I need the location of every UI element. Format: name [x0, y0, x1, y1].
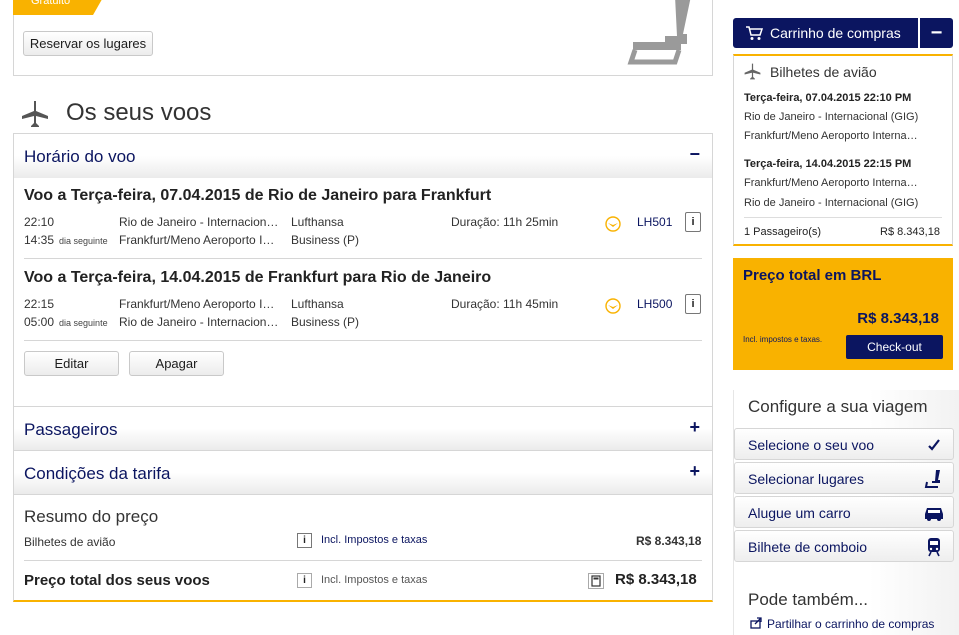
checkout-button[interactable]: Check-out [846, 335, 943, 359]
tax-note: Incl. Impostos e taxas [321, 574, 428, 586]
flight-number[interactable]: LH500 [637, 297, 672, 311]
airline: Lufthansa [291, 297, 344, 311]
total-price-amount: R$ 8.343,18 [857, 310, 939, 327]
info-icon[interactable]: i [297, 533, 312, 548]
share-cart-label: Partilhar o carrinho de compras [767, 617, 935, 631]
share-icon [750, 617, 762, 629]
outbound-date: Terça-feira, 07.04.2015 22:10 PM [744, 92, 912, 104]
edit-button[interactable]: Editar [24, 351, 119, 376]
more-options-title: Pode também... [748, 590, 869, 609]
cart-button-label: Carrinho de compras [770, 25, 901, 41]
configure-title: Configure a sua viagem [748, 397, 928, 416]
item-label: Alugue um carro [748, 505, 851, 521]
select-flight-item[interactable]: Selecione o seu voo [734, 428, 954, 460]
car-icon [925, 508, 943, 521]
page-title: Os seus voos [66, 99, 212, 126]
accordion-label: Horário do voo [24, 147, 136, 166]
reserve-seats-button[interactable]: Reservar os lugares [23, 31, 153, 56]
price-summary-title: Resumo do preço [24, 507, 159, 526]
arrival-time: 05:00 dia seguinte [24, 315, 108, 329]
seat-icon [627, 0, 691, 65]
expand-icon[interactable]: + [689, 417, 700, 438]
tax-note: Incl. Impostos e taxas [321, 534, 428, 546]
checkmark-icon [928, 439, 940, 451]
arrival-time: 14:35 dia seguinte [24, 233, 108, 247]
item-label: Selecionar lugares [748, 471, 864, 487]
total-tax-note: Incl. impostos e taxas. [743, 335, 823, 344]
collapse-icon[interactable]: − [689, 144, 700, 165]
expand-icon[interactable]: + [689, 461, 700, 482]
airplane-icon [22, 101, 48, 127]
outbound-to: Frankfurt/Meno Aeroporto Interna… [744, 130, 918, 142]
cart-collapse-button[interactable]: − [920, 18, 953, 48]
flight-info-icon[interactable]: i [685, 212, 701, 232]
arrival-airport: Frankfurt/Meno Aeroporto I… [119, 233, 275, 247]
flight-number[interactable]: LH501 [637, 215, 672, 229]
seat-icon [924, 470, 940, 488]
return-date: Terça-feira, 14.04.2015 22:15 PM [744, 158, 912, 170]
total-flights-label: Preço total dos seus voos [24, 572, 210, 589]
departure-time: 22:10 [24, 215, 55, 229]
flights-panel: Horário do voo − Voo a Terça-feira, 07.0… [13, 133, 713, 602]
free-badge: Gratuito [13, 0, 105, 15]
info-icon[interactable]: i [297, 573, 312, 588]
accordion-passengers[interactable]: Passageiros + [14, 406, 712, 450]
train-icon [928, 538, 940, 557]
cart-amount: R$ 8.343,18 [880, 226, 940, 238]
return-from: Frankfurt/Meno Aeroporto Interna… [744, 177, 918, 189]
cart-heading: Bilhetes de avião [770, 64, 877, 80]
accordion-fare-conditions[interactable]: Condições da tarifa + [14, 450, 712, 494]
lufthansa-logo-icon [605, 298, 621, 314]
outbound-from: Rio de Janeiro - Internacional (GIG) [744, 111, 919, 123]
calculator-icon[interactable] [588, 573, 604, 589]
divider [744, 217, 942, 218]
departure-airport: Frankfurt/Meno Aeroporto I… [119, 297, 275, 311]
configure-trip-panel: Configure a sua viagem Selecione o seu v… [733, 390, 959, 635]
airplane-icon [744, 63, 761, 80]
total-price-box: Preço total em BRL R$ 8.343,18 Incl. imp… [733, 258, 953, 370]
select-seats-item[interactable]: Selecionar lugares [734, 462, 954, 494]
next-day-note: dia seguinte [59, 236, 108, 246]
cabin-class: Business (P) [291, 233, 360, 247]
accordion-flight-schedule[interactable]: Horário do voo − [14, 134, 712, 178]
return-to: Rio de Janeiro - Internacional (GIG) [744, 197, 919, 209]
cart-icon [746, 26, 763, 40]
delete-button[interactable]: Apagar [129, 351, 224, 376]
total-price-label: Preço total em BRL [743, 267, 882, 284]
divider [14, 494, 712, 495]
next-day-note: dia seguinte [59, 318, 108, 328]
accordion-label: Passageiros [24, 420, 118, 439]
train-ticket-item[interactable]: Bilhete de comboio [734, 530, 954, 562]
share-cart-link[interactable]: Partilhar o carrinho de compras [750, 617, 934, 631]
flight-duration: Duração: 11h 25min [451, 215, 559, 229]
item-label: Bilhete de comboio [748, 539, 868, 555]
flight-duration: Duração: 11h 45min [451, 297, 559, 311]
arrival-airport: Rio de Janeiro - Internacion… [119, 315, 279, 329]
cabin-class: Business (P) [291, 315, 360, 329]
divider [24, 340, 702, 341]
airline: Lufthansa [291, 215, 344, 229]
passenger-count: 1 Passageiro(s) [744, 226, 822, 238]
tickets-amount: R$ 8.343,18 [636, 534, 702, 548]
shopping-cart-button[interactable]: Carrinho de compras [733, 18, 918, 48]
flight-info-icon[interactable]: i [685, 294, 701, 314]
tickets-label: Bilhetes de avião [24, 535, 116, 549]
departure-airport: Rio de Janeiro - Internacion… [119, 215, 279, 229]
accordion-label: Condições da tarifa [24, 464, 171, 483]
flight-title-outbound: Voo a Terça-feira, 07.04.2015 de Rio de … [24, 187, 492, 204]
divider [24, 560, 702, 561]
cart-summary: Bilhetes de avião Terça-feira, 07.04.201… [733, 54, 953, 246]
rent-car-item[interactable]: Alugue um carro [734, 496, 954, 528]
total-flights-amount: R$ 8.343,18 [615, 571, 697, 588]
lufthansa-logo-icon [605, 216, 621, 232]
departure-time: 22:15 [24, 297, 55, 311]
flight-title-return: Voo a Terça-feira, 14.04.2015 de Frankfu… [24, 269, 492, 286]
divider [24, 258, 702, 259]
item-label: Selecione o seu voo [748, 437, 875, 453]
